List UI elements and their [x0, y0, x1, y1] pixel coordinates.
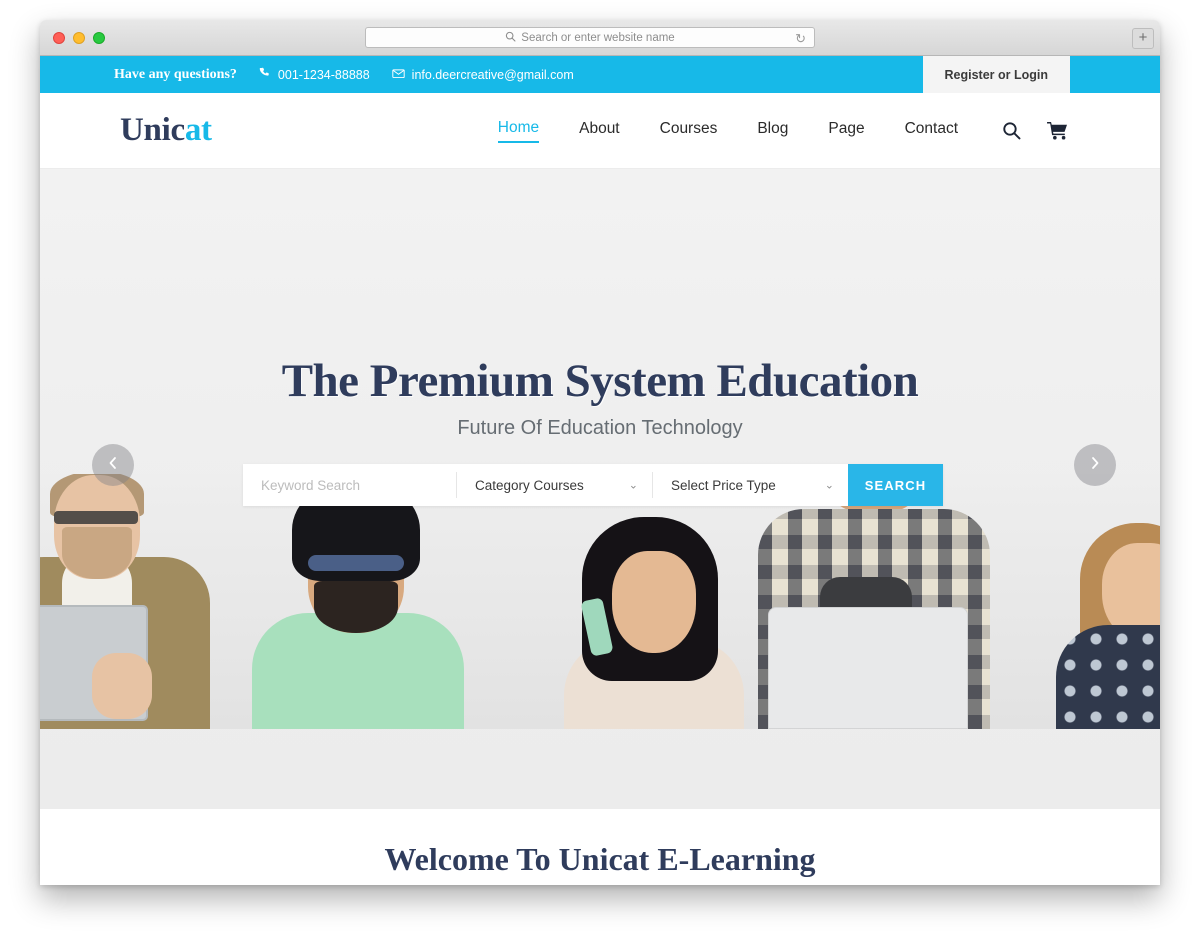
nav-item-contact[interactable]: Contact: [905, 120, 958, 142]
maximize-window-button[interactable]: [93, 32, 105, 44]
carousel-next-button[interactable]: [1074, 444, 1116, 486]
nav-item-page[interactable]: Page: [828, 120, 864, 142]
phone-icon: [259, 67, 271, 82]
nav-links: Home About Courses Blog Page Contact: [497, 119, 958, 143]
category-select[interactable]: Category Courses ⌄: [457, 464, 652, 506]
hero-photo: [40, 474, 1160, 729]
welcome-section: Welcome To Unicat E-Learning: [40, 809, 1160, 885]
email-address: info.deercreative@gmail.com: [411, 67, 574, 82]
logo-text-main: Unic: [120, 112, 185, 148]
chevron-right-icon: [1089, 455, 1101, 476]
course-search-panel: Category Courses ⌄ Select Price Type ⌄ S…: [243, 464, 943, 506]
window-controls: [53, 32, 105, 44]
price-type-select-value: Select Price Type: [671, 477, 776, 493]
questions-label: Have any questions?: [114, 66, 237, 82]
hero-subtitle: Future Of Education Technology: [457, 417, 743, 439]
address-bar[interactable]: Search or enter website name ↻: [365, 27, 815, 48]
hero-title: The Premium System Education: [281, 355, 919, 407]
price-type-select[interactable]: Select Price Type ⌄: [653, 464, 848, 506]
search-button[interactable]: SEARCH: [848, 464, 943, 506]
register-or-login-button[interactable]: Register or Login: [922, 56, 1070, 93]
category-select-value: Category Courses: [475, 477, 584, 493]
chevron-left-icon: [107, 455, 119, 476]
site-logo[interactable]: Unicat: [120, 112, 212, 149]
page-viewport: Have any questions? 001-1234-88888 info.…: [40, 56, 1160, 885]
shopping-cart-icon[interactable]: [1047, 121, 1068, 140]
phone-number: 001-1234-88888: [277, 67, 370, 82]
browser-window: Search or enter website name ↻ + Have an…: [40, 20, 1160, 885]
email-contact[interactable]: info.deercreative@gmail.com: [391, 67, 574, 83]
minimize-window-button[interactable]: [73, 32, 85, 44]
reload-icon[interactable]: ↻: [795, 31, 806, 46]
search-icon[interactable]: [1002, 121, 1021, 140]
hero-carousel: The Premium System Education Future Of E…: [40, 169, 1160, 809]
new-tab-button[interactable]: +: [1132, 28, 1154, 49]
chevron-down-icon: ⌄: [824, 479, 834, 492]
envelope-icon: [391, 67, 405, 83]
main-navigation: Unicat Home About Courses Blog Page Cont…: [40, 93, 1160, 169]
magnifier-icon: [505, 31, 516, 45]
keyword-search-input[interactable]: [243, 464, 456, 506]
chevron-down-icon: ⌄: [628, 479, 638, 492]
top-info-bar: Have any questions? 001-1234-88888 info.…: [40, 56, 1160, 93]
nav-item-about[interactable]: About: [579, 120, 620, 142]
nav-icons: [1002, 121, 1068, 140]
nav-item-home[interactable]: Home: [497, 119, 540, 143]
nav-item-courses[interactable]: Courses: [660, 120, 718, 142]
browser-chrome: Search or enter website name ↻ +: [40, 20, 1160, 56]
carousel-prev-button[interactable]: [92, 444, 134, 486]
address-bar-placeholder: Search or enter website name: [521, 31, 675, 44]
phone-contact[interactable]: 001-1234-88888: [259, 67, 370, 82]
welcome-title: Welcome To Unicat E-Learning: [384, 841, 816, 877]
nav-item-blog[interactable]: Blog: [757, 120, 788, 142]
logo-text-accent: at: [184, 112, 212, 148]
close-window-button[interactable]: [53, 32, 65, 44]
